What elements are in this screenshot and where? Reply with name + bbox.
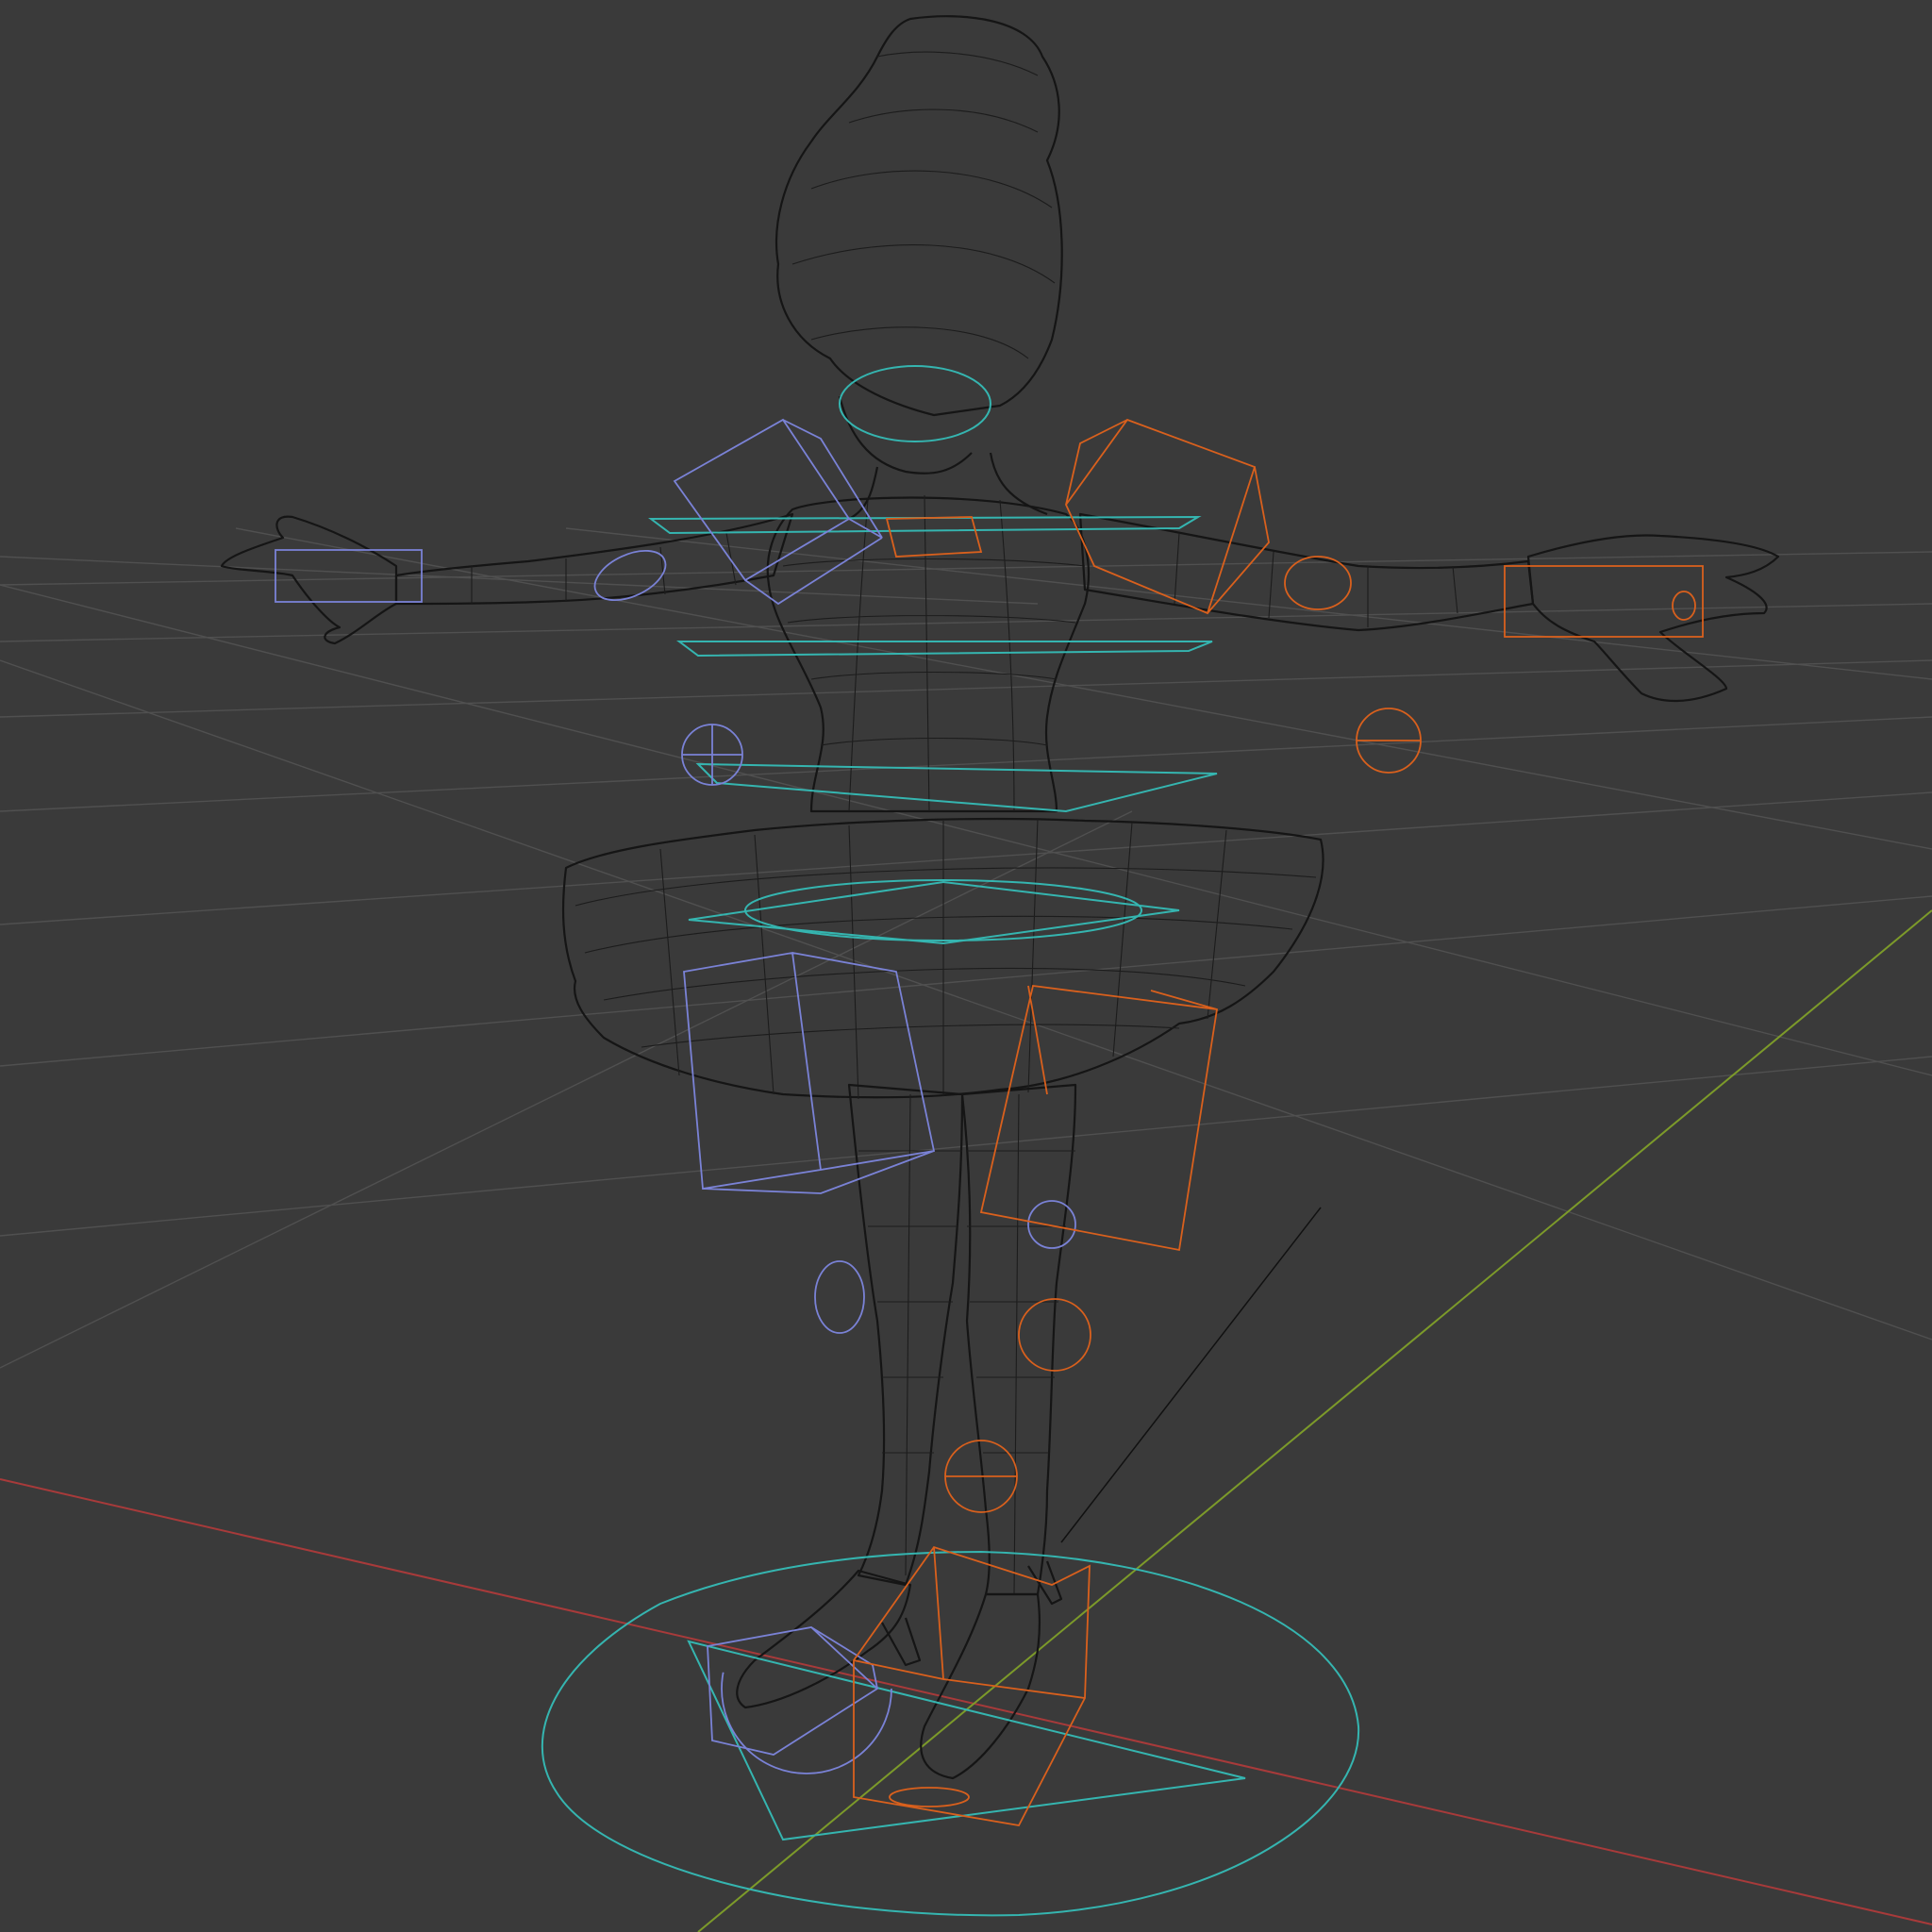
right-heel-control	[889, 1787, 970, 1807]
left-shoulder-control	[673, 418, 883, 606]
left-knee-control	[1027, 1200, 1076, 1249]
character-mesh[interactable]	[220, 15, 1780, 1780]
right-finger-control	[1672, 591, 1696, 621]
left-pole-control	[814, 1260, 865, 1334]
root-control	[541, 1550, 1360, 1917]
center-controls[interactable]	[541, 365, 1360, 1917]
torso-control	[695, 762, 1218, 813]
right-foot-control	[853, 1545, 1091, 1826]
root-arrow	[687, 1640, 1246, 1841]
left-thigh-control	[683, 951, 936, 1194]
x-axis-line	[0, 1478, 1932, 1925]
spine-control	[676, 641, 1213, 658]
z-axis-helper-line	[1060, 1207, 1322, 1543]
right-controls[interactable]	[853, 418, 1704, 1826]
neck-control	[839, 365, 991, 442]
3d-viewport[interactable]	[0, 0, 1932, 1932]
right-collar-control	[885, 516, 983, 558]
floor-grid	[0, 527, 1932, 1369]
right-elbow-control	[1284, 556, 1352, 610]
